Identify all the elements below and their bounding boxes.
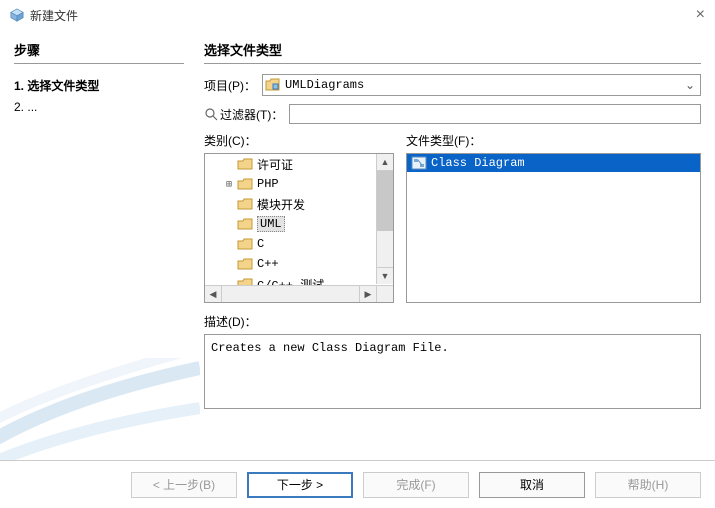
scroll-corner — [376, 286, 393, 303]
project-value: UMLDiagrams — [285, 78, 682, 92]
step-num: 1. — [14, 79, 24, 93]
scroll-thumb[interactable] — [377, 171, 393, 231]
filetype-item-label: Class Diagram — [431, 156, 696, 170]
cube-icon — [10, 8, 24, 22]
close-icon[interactable]: × — [696, 6, 705, 24]
tree-item-label: PHP — [257, 177, 279, 191]
step-item-1: 1. 选择文件类型 — [14, 74, 184, 97]
category-column: 类别(C)： 许可证⊞PHP模块开发UMLCC++C/C++ 测试 ▲ ▼ ◀ … — [204, 132, 394, 303]
step-num: 2. — [14, 100, 24, 114]
tree-item-label: 许可证 — [257, 156, 293, 173]
tree-item[interactable]: UML — [205, 214, 393, 234]
filter-row: 过滤器(T)： — [204, 104, 701, 124]
next-button[interactable]: 下一步 > — [247, 472, 353, 498]
step-label: ... — [27, 100, 37, 114]
expander-icon[interactable]: ⊞ — [223, 179, 235, 190]
step-label: 选择文件类型 — [27, 79, 99, 93]
horizontal-scrollbar[interactable]: ◀ ▶ — [205, 285, 393, 302]
content-area: 步骤 1. 选择文件类型 2. ... 选择文件类型 项目(P)： UMLDia… — [0, 30, 715, 450]
step-item-2: 2. ... — [14, 97, 184, 117]
filter-label: 过滤器(T)： — [220, 106, 283, 123]
filetype-column: 文件类型(F)： Class Diagram — [406, 132, 701, 303]
steps-pane: 步骤 1. 选择文件类型 2. ... — [14, 40, 194, 450]
finish-button[interactable]: 完成(F) — [363, 472, 469, 498]
project-label: 项目(P)： — [204, 77, 256, 94]
scroll-right-icon[interactable]: ▶ — [359, 286, 376, 303]
category-tree[interactable]: 许可证⊞PHP模块开发UMLCC++C/C++ 测试 ▲ ▼ ◀ ▶ — [204, 153, 394, 303]
chevron-down-icon: ⌄ — [682, 78, 698, 92]
tree-item[interactable]: 模块开发 — [205, 194, 393, 214]
tree-item[interactable]: C++ — [205, 254, 393, 274]
steps-heading: 步骤 — [14, 40, 184, 64]
description-box: Creates a new Class Diagram File. — [204, 334, 701, 409]
scroll-left-icon[interactable]: ◀ — [205, 286, 222, 303]
window-title: 新建文件 — [30, 7, 78, 24]
scroll-down-icon[interactable]: ▼ — [377, 267, 393, 284]
tree-item-label: C++ — [257, 257, 279, 271]
filetype-label: 文件类型(F)： — [406, 132, 701, 149]
main-pane: 选择文件类型 项目(P)： UMLDiagrams ⌄ 过滤器(T)： — [194, 40, 701, 450]
category-label: 类别(C)： — [204, 132, 394, 149]
lists-row: 类别(C)： 许可证⊞PHP模块开发UMLCC++C/C++ 测试 ▲ ▼ ◀ … — [204, 132, 701, 303]
filter-input[interactable] — [289, 104, 701, 124]
main-heading: 选择文件类型 — [204, 40, 701, 64]
diagram-file-icon — [411, 156, 427, 170]
project-row: 项目(P)： UMLDiagrams ⌄ — [204, 74, 701, 96]
tree-item[interactable]: 许可证 — [205, 154, 393, 174]
search-icon — [204, 107, 218, 121]
project-folder-icon — [265, 78, 281, 92]
scroll-up-icon[interactable]: ▲ — [377, 154, 393, 171]
tree-item-label: 模块开发 — [257, 196, 305, 213]
filetype-list[interactable]: Class Diagram — [406, 153, 701, 303]
tree-item-label: C — [257, 237, 264, 251]
vertical-scrollbar[interactable]: ▲ ▼ — [376, 154, 393, 284]
filetype-item[interactable]: Class Diagram — [407, 154, 700, 172]
cancel-button[interactable]: 取消 — [479, 472, 585, 498]
titlebar: 新建文件 × — [0, 0, 715, 30]
tree-item-label: UML — [257, 216, 285, 232]
tree-item[interactable]: C — [205, 234, 393, 254]
tree-item[interactable]: ⊞ PHP — [205, 174, 393, 194]
button-row: < 上一步(B) 下一步 > 完成(F) 取消 帮助(H) — [0, 460, 715, 508]
description-label: 描述(D)： — [204, 313, 701, 330]
help-button[interactable]: 帮助(H) — [595, 472, 701, 498]
project-combobox[interactable]: UMLDiagrams ⌄ — [262, 74, 701, 96]
back-button[interactable]: < 上一步(B) — [131, 472, 237, 498]
